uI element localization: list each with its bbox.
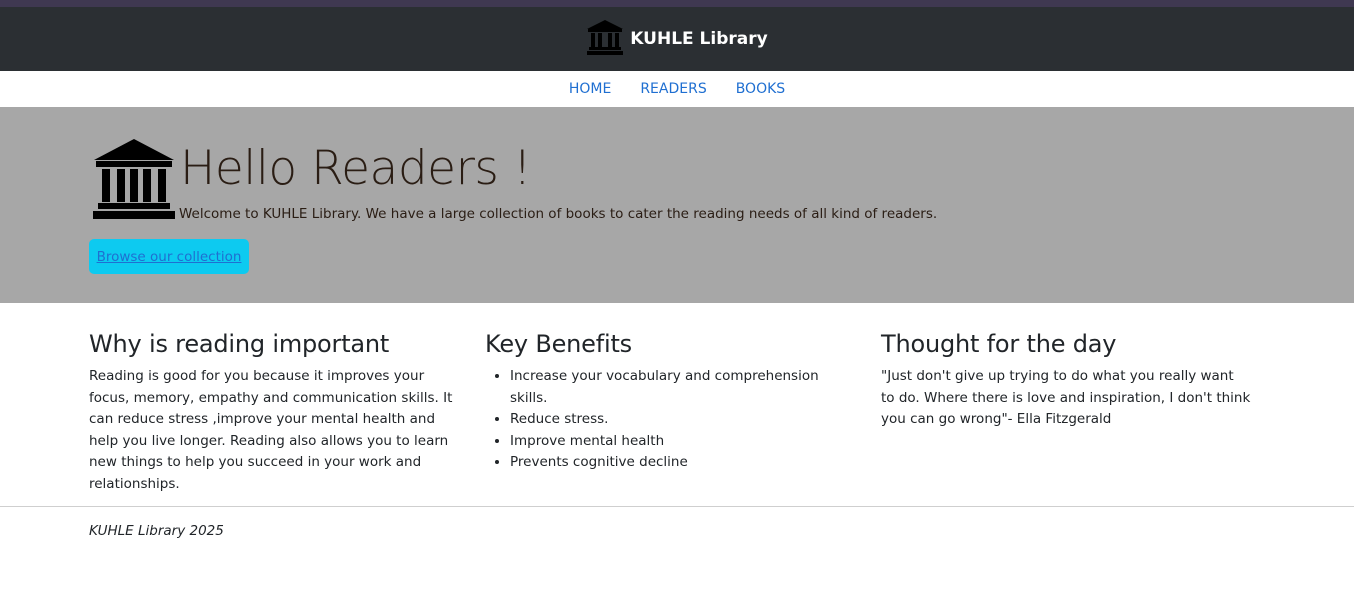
hero-banner: Hello Readers ! Welcome to KUHLE Library… — [0, 107, 1354, 303]
thought-quote: "Just don't give up trying to do what yo… — [881, 368, 1251, 428]
nav-link-books[interactable]: BOOKS — [736, 81, 785, 97]
brand-title: KUHLE Library — [630, 29, 768, 49]
browse-collection-button[interactable]: Browse our collection — [89, 239, 249, 274]
info-columns: Why is reading important Reading is good… — [89, 330, 1277, 496]
why-reading-heading: Why is reading important — [89, 330, 390, 358]
footer-divider — [0, 506, 1354, 507]
nav-menu: HOME READERS BOOKS — [0, 71, 1354, 107]
list-item: Reduce stress. — [510, 409, 855, 431]
brand[interactable]: KUHLE Library — [586, 19, 768, 59]
key-benefits-list: Increase your vocabulary and comprehensi… — [485, 366, 855, 474]
list-item: Prevents cognitive decline — [510, 452, 855, 474]
bank-building-icon — [586, 19, 624, 59]
why-reading-text: Reading is good for you because it impro… — [89, 368, 453, 492]
thought-heading: Thought for the day — [881, 330, 1117, 358]
key-benefits-section: Key Benefits Increase your vocabulary an… — [485, 330, 881, 496]
footer-text: KUHLE Library 2025 — [89, 523, 224, 539]
thought-section: Thought for the day "Just don't give up … — [881, 330, 1277, 496]
hero-title: Hello Readers ! — [180, 141, 532, 196]
list-item: Increase your vocabulary and comprehensi… — [510, 366, 855, 409]
why-reading-section: Why is reading important Reading is good… — [89, 330, 485, 496]
nav-link-home[interactable]: HOME — [569, 81, 611, 97]
bank-building-icon — [92, 138, 176, 224]
nav-link-readers[interactable]: READERS — [640, 81, 706, 97]
list-item: Improve mental health — [510, 431, 855, 453]
top-navbar: KUHLE Library — [0, 7, 1354, 71]
key-benefits-heading: Key Benefits — [485, 330, 632, 358]
hero-lead-text: Welcome to KUHLE Library. We have a larg… — [179, 206, 938, 222]
top-strip — [0, 0, 1354, 7]
